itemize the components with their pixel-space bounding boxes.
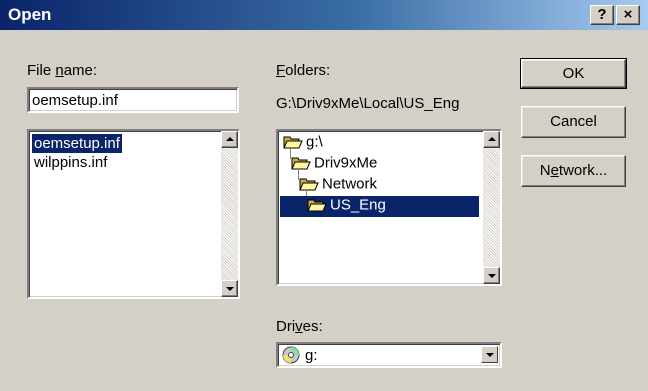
down-arrow-icon	[226, 287, 234, 291]
folder-tree[interactable]: g:\ Driv9xMe Network US_Eng	[276, 129, 502, 286]
open-folder-icon	[299, 178, 319, 191]
folder-tree-scrollbar[interactable]	[483, 131, 500, 284]
open-folder-icon	[283, 136, 303, 149]
network-button-label-part: N	[539, 162, 551, 179]
file-name-label: File name:	[27, 62, 97, 79]
file-list-item[interactable]: wilppins.inf	[32, 153, 109, 172]
scroll-down-button[interactable]	[483, 267, 500, 284]
file-name-value: oemsetup.inf	[32, 92, 118, 109]
down-arrow-icon	[488, 274, 496, 278]
folder-item-label: Network	[322, 175, 378, 193]
folders-label-accesskey: F	[276, 62, 286, 79]
file-list-item-label: oemsetup.inf	[34, 135, 120, 152]
file-list-scrollbar[interactable]	[221, 131, 238, 297]
network-button-label-part: twork...	[558, 162, 608, 179]
folder-item-label: Driv9xMe	[314, 154, 378, 172]
cancel-button[interactable]: Cancel	[521, 106, 626, 138]
network-button[interactable]: Network...	[521, 155, 626, 187]
file-name-label-accesskey: n	[55, 62, 64, 79]
scroll-up-button[interactable]	[221, 131, 238, 148]
folder-item-us-eng[interactable]: US_Eng	[280, 196, 479, 217]
file-list[interactable]: oemsetup.inf wilppins.inf	[27, 129, 240, 299]
open-folder-icon	[307, 199, 327, 212]
close-button[interactable]: ×	[616, 5, 640, 25]
folder-item-label: g:\	[306, 133, 323, 151]
folder-item-root[interactable]: g:\	[283, 133, 323, 154]
open-folder-icon	[291, 157, 311, 170]
folder-item-network[interactable]: Network	[299, 175, 377, 196]
window-title: Open	[8, 5, 52, 24]
drives-dropdown-button[interactable]	[481, 346, 498, 363]
scroll-up-button[interactable]	[483, 131, 500, 148]
help-icon: ?	[597, 6, 607, 23]
help-button[interactable]: ?	[590, 5, 614, 25]
current-folder-path: G:\Driv9xMe\Local\US_Eng	[276, 95, 460, 112]
file-list-item-label: wilppins.inf	[34, 154, 108, 171]
drives-label-part: Dri	[276, 318, 296, 335]
folders-label: Folders:	[276, 62, 330, 79]
close-icon: ×	[623, 6, 633, 23]
title-bar[interactable]: Open ? ×	[0, 0, 648, 30]
network-button-accesskey: e	[550, 162, 559, 179]
file-name-label-part: ame:	[63, 62, 98, 79]
drives-label-accesskey: v	[295, 318, 303, 335]
drives-label: Drives:	[276, 318, 323, 335]
ok-button[interactable]: OK	[520, 58, 627, 89]
file-name-input[interactable]: oemsetup.inf	[27, 87, 239, 113]
file-name-label-part: File	[27, 62, 56, 79]
file-list-item[interactable]: oemsetup.inf	[32, 134, 122, 153]
chevron-down-icon	[486, 353, 494, 357]
drives-label-part: es:	[302, 318, 323, 335]
cd-drive-icon	[282, 346, 300, 364]
up-arrow-icon	[488, 137, 496, 141]
scroll-down-button[interactable]	[221, 280, 238, 297]
folder-item-driv9xme[interactable]: Driv9xMe	[291, 154, 377, 175]
up-arrow-icon	[226, 137, 234, 141]
folder-item-label: US_Eng	[330, 196, 386, 214]
drives-select[interactable]: g:	[276, 342, 502, 368]
drives-select-value: g:	[305, 347, 318, 364]
folders-label-part: olders:	[285, 62, 331, 79]
